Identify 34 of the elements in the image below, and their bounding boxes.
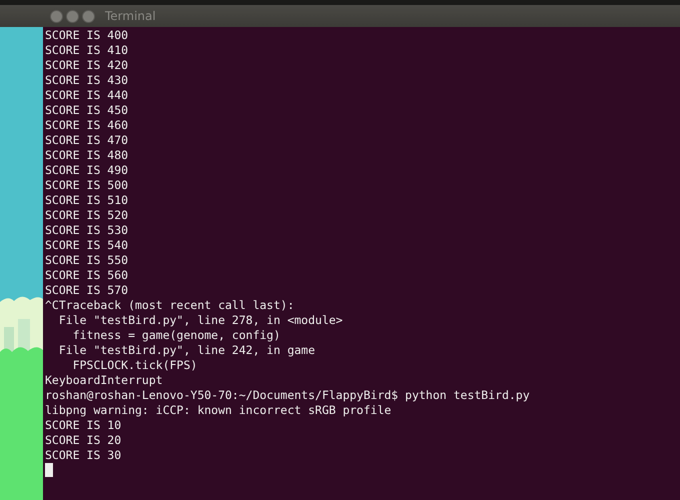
terminal-line: SCORE IS 530: [45, 223, 130, 238]
terminal-line: SCORE IS 420: [45, 58, 130, 73]
maximize-button[interactable]: [82, 10, 95, 22]
terminal-line: SCORE IS 400: [45, 28, 130, 43]
window-title: Terminal: [105, 9, 156, 23]
terminal-line: SCORE IS 510: [45, 193, 130, 208]
terminal-line: SCORE IS 470: [45, 133, 130, 148]
terminal-line: libpng warning: iCCP: known incorrect sRGB profile: [45, 403, 392, 418]
terminal-line: SCORE IS 460: [45, 118, 130, 133]
terminal-line: File "testBird.py", line 278, in <module>: [58, 313, 344, 328]
terminal-line: KeyboardInterrupt: [45, 373, 164, 388]
terminal-line: SCORE IS 570: [45, 283, 130, 298]
terminal-line: SCORE IS 440: [45, 88, 130, 103]
terminal-line: SCORE IS 540: [45, 238, 130, 253]
terminal-line: FPSCLOCK.tick(FPS): [72, 358, 198, 373]
terminal-line: SCORE IS 500: [45, 178, 130, 193]
terminal-line: SCORE IS 30: [45, 448, 122, 463]
minimize-button[interactable]: [66, 10, 79, 22]
terminal-line: SCORE IS 560: [45, 268, 130, 283]
terminal-line: roshan@roshan-Lenovo-Y50-70:~/Documents/FlappyBird$ python testBird.py: [45, 388, 531, 403]
text-cursor: [45, 463, 53, 477]
terminal-line: fitness = game(genome, config): [72, 328, 282, 343]
terminal-line: SCORE IS 410: [45, 43, 130, 58]
terminal-line: SCORE IS 20: [45, 433, 122, 448]
terminal-line: SCORE IS 550: [45, 253, 130, 268]
terminal-line: SCORE IS 10: [45, 418, 122, 433]
terminal-line: SCORE IS 490: [45, 163, 130, 178]
terminal-line: SCORE IS 450: [45, 103, 130, 118]
terminal-line: SCORE IS 430: [45, 73, 130, 88]
terminal-line: ^CTraceback (most recent call last):: [45, 298, 296, 313]
close-button[interactable]: [50, 10, 63, 22]
terminal-line: SCORE IS 480: [45, 148, 130, 163]
terminal-line: SCORE IS 520: [45, 208, 130, 223]
terminal-line: File "testBird.py", line 242, in game: [58, 343, 316, 358]
